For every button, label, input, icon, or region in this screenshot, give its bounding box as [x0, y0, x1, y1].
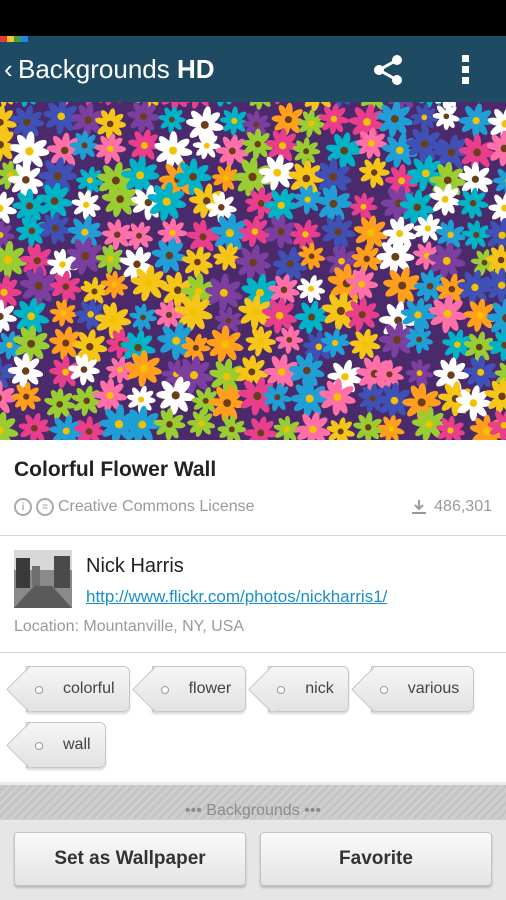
- favorite-button[interactable]: Favorite: [260, 832, 492, 886]
- download-count: 486,301: [410, 498, 492, 516]
- tag-chip[interactable]: various: [370, 666, 475, 712]
- share-icon[interactable]: [370, 52, 406, 88]
- license-label: Creative Commons License: [58, 498, 255, 515]
- cc-by-icon: i: [14, 498, 32, 516]
- divider: [0, 535, 506, 536]
- author-avatar[interactable]: [14, 550, 72, 608]
- section-strip-label: ••• Backgrounds •••: [185, 802, 321, 819]
- author-url-link[interactable]: http://www.flickr.com/photos/nickharris1…: [86, 587, 387, 607]
- tag-chip[interactable]: flower: [151, 666, 247, 712]
- tag-hole-icon: [277, 686, 286, 694]
- tag-chip[interactable]: nick: [268, 666, 349, 712]
- stripe-segment: [7, 36, 14, 42]
- stripe-segment: [0, 36, 7, 42]
- back-icon[interactable]: ‹: [4, 36, 16, 102]
- stripe-segment: [21, 36, 28, 42]
- stripe-segment: [14, 36, 21, 42]
- brand-stripe: [0, 36, 28, 42]
- flower-image: [0, 102, 506, 440]
- section-strip: ••• Backgrounds •••: [0, 785, 506, 821]
- license-info[interactable]: i = Creative Commons License: [14, 498, 255, 516]
- cc-nd-icon: =: [36, 498, 54, 516]
- wallpaper-title: Colorful Flower Wall: [14, 458, 217, 481]
- overflow-menu-icon[interactable]: [452, 52, 480, 88]
- tag-label: colorful: [63, 680, 115, 697]
- author-location: Location: Mountanville, NY, USA: [14, 618, 245, 635]
- set-as-wallpaper-button[interactable]: Set as Wallpaper: [14, 832, 246, 886]
- tag-hole-icon: [160, 686, 169, 694]
- download-count-value: 486,301: [434, 498, 492, 515]
- author-name[interactable]: Nick Harris: [86, 555, 184, 578]
- tag-label: nick: [305, 680, 334, 697]
- tag-label: wall: [63, 736, 91, 753]
- tag-hole-icon: [35, 742, 43, 750]
- tag-chip[interactable]: wall: [26, 722, 106, 768]
- tag-chip[interactable]: colorful: [26, 666, 130, 712]
- status-bar: [0, 0, 506, 36]
- tag-list: colorful flower nick various wall: [14, 666, 494, 768]
- app-bar: ‹ Backgrounds HD: [0, 36, 506, 102]
- wallpaper-preview-image[interactable]: [0, 102, 506, 440]
- tag-hole-icon: [379, 686, 388, 694]
- divider: [0, 652, 506, 653]
- tag-label: flower: [188, 680, 232, 697]
- app-title[interactable]: Backgrounds HD: [18, 54, 215, 85]
- tag-hole-icon: [35, 686, 43, 694]
- tag-label: various: [407, 680, 460, 697]
- download-icon: [412, 500, 427, 514]
